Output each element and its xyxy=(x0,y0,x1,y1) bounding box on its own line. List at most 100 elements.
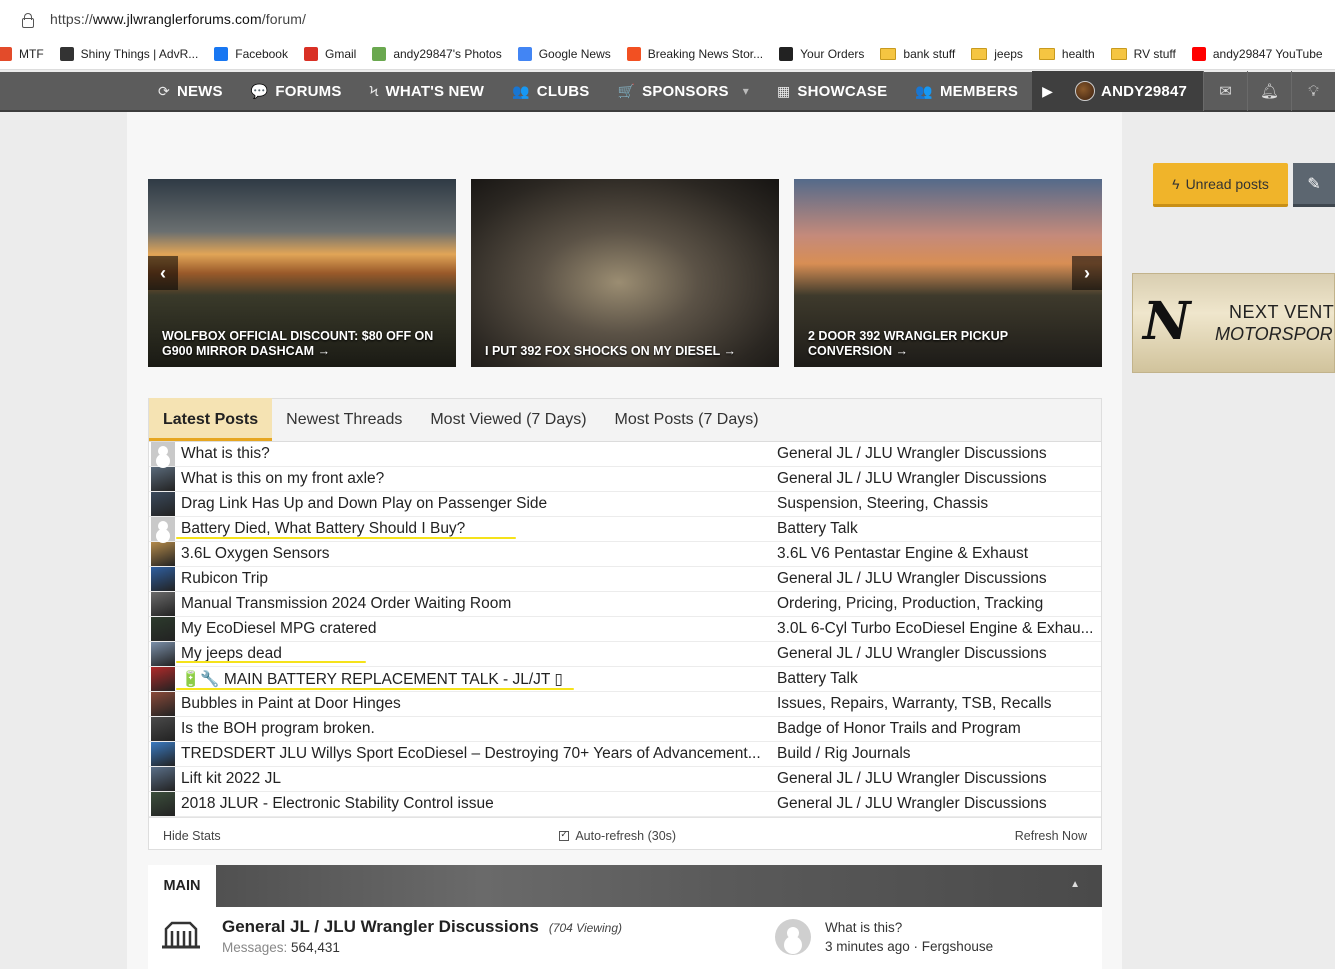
avatar[interactable] xyxy=(151,792,175,816)
slider-prev-icon[interactable]: ‹ xyxy=(148,256,178,290)
table-row[interactable]: Is the BOH program broken. Badge of Honor… xyxy=(149,717,1101,742)
tab-newest-threads[interactable]: Newest Threads xyxy=(272,398,416,441)
table-row[interactable]: 2018 JLUR - Electronic Stability Control… xyxy=(149,792,1101,817)
category-label[interactable]: MAIN xyxy=(148,865,216,907)
inbox-icon[interactable]: ✉ xyxy=(1203,71,1247,111)
bookmark-item[interactable]: RV stuff xyxy=(1110,47,1176,61)
bookmark-item[interactable]: Shiny Things | AdvR... xyxy=(59,46,198,61)
bookmark-item[interactable]: Facebook xyxy=(214,46,288,61)
slide-dashcam[interactable]: WOLFBOX OFFICIAL DISCOUNT: $80 OFF ON G9… xyxy=(148,179,456,367)
nav-media-toggle[interactable]: ▶ xyxy=(1032,71,1064,111)
forum-link[interactable]: 3.0L 6-Cyl Turbo EcoDiesel Engine & Exha… xyxy=(775,620,1099,638)
avatar[interactable] xyxy=(151,667,175,691)
avatar[interactable] xyxy=(151,642,175,666)
refresh-now-link[interactable]: Refresh Now xyxy=(1015,829,1087,843)
checkbox-icon[interactable] xyxy=(559,829,570,841)
bookmark-item[interactable]: bank stuff xyxy=(880,47,955,61)
table-row[interactable]: Rubicon Trip General JL / JLU Wrangler Di… xyxy=(149,567,1101,592)
thread-title-link[interactable]: Drag Link Has Up and Down Play on Passen… xyxy=(181,495,775,513)
avatar[interactable] xyxy=(151,592,175,616)
tab-most-posts[interactable]: Most Posts (7 Days) xyxy=(601,398,773,441)
auto-refresh-toggle[interactable]: Auto-refresh (30s) xyxy=(559,829,676,843)
thread-title-link[interactable]: 🔋🔧 MAIN BATTERY REPLACEMENT TALK - JL/JT… xyxy=(181,670,775,689)
bookmark-item[interactable]: Gmail xyxy=(303,46,356,61)
table-row[interactable]: 3.6L Oxygen Sensors 3.6L V6 Pentastar Eng… xyxy=(149,542,1101,567)
slide-caption[interactable]: 2 DOOR 392 WRANGLER PICKUP CONVERSION → xyxy=(808,329,1028,359)
forum-link[interactable]: Ordering, Pricing, Production, Tracking xyxy=(775,595,1099,613)
slide-fox-shocks[interactable]: I PUT 392 FOX SHOCKS ON MY DIESEL → xyxy=(471,179,779,367)
lock-icon[interactable] xyxy=(20,12,34,28)
url-text[interactable]: https://www.jlwranglerforums.com/forum/ xyxy=(50,11,306,27)
forum-link[interactable]: Battery Talk xyxy=(775,520,1099,538)
thread-title-link[interactable]: 2018 JLUR - Electronic Stability Control… xyxy=(181,795,775,813)
bookmark-item[interactable]: andy29847 YouTube xyxy=(1191,46,1323,61)
last-post-title[interactable]: What is this? xyxy=(825,920,902,935)
forum-link[interactable]: Suspension, Steering, Chassis xyxy=(775,495,1099,513)
thread-title-link[interactable]: Manual Transmission 2024 Order Waiting R… xyxy=(181,595,775,613)
table-row[interactable]: What is this on my front axle? General JL… xyxy=(149,467,1101,492)
nav-members[interactable]: 👥 MEMBERS xyxy=(901,71,1032,111)
bookmark-item[interactable]: Google News xyxy=(517,46,611,61)
table-row[interactable]: Manual Transmission 2024 Order Waiting R… xyxy=(149,592,1101,617)
address-bar[interactable]: https://www.jlwranglerforums.com/forum/ xyxy=(0,0,1335,38)
avatar[interactable] xyxy=(151,517,175,541)
slide-caption[interactable]: I PUT 392 FOX SHOCKS ON MY DIESEL → xyxy=(485,344,775,359)
avatar[interactable] xyxy=(151,717,175,741)
forum-link[interactable]: Badge of Honor Trails and Program xyxy=(775,720,1099,738)
slider-next-icon[interactable]: › xyxy=(1072,256,1102,290)
edit-icon[interactable]: ✎ xyxy=(1293,163,1335,207)
tab-most-viewed[interactable]: Most Viewed (7 Days) xyxy=(416,398,600,441)
thread-title-link[interactable]: 3.6L Oxygen Sensors xyxy=(181,545,775,563)
tab-latest-posts[interactable]: Latest Posts xyxy=(149,398,273,441)
avatar[interactable] xyxy=(151,492,175,516)
table-row[interactable]: My EcoDiesel MPG cratered 3.0L 6-Cyl Turb… xyxy=(149,617,1101,642)
bell-icon[interactable]: 🔔︎ xyxy=(1247,71,1291,111)
thread-title-link[interactable]: Bubbles in Paint at Door Hinges xyxy=(181,695,775,713)
nav-showcase[interactable]: ▦ SHOWCASE xyxy=(763,71,901,111)
forum-link[interactable]: General JL / JLU Wrangler Discussions xyxy=(775,795,1099,813)
hide-stats-link[interactable]: Hide Stats xyxy=(163,829,221,843)
bookmark-item[interactable]: health xyxy=(1038,47,1095,61)
table-row[interactable]: What is this? General JL / JLU Wrangler D… xyxy=(149,442,1101,467)
thread-title-link[interactable]: TREDSDERT JLU Willys Sport EcoDiesel – D… xyxy=(181,745,775,763)
forum-link[interactable]: General JL / JLU Wrangler Discussions xyxy=(775,470,1099,488)
lightbulb-icon[interactable]: 💡︎ xyxy=(1291,71,1335,111)
forum-title[interactable]: General JL / JLU Wrangler Discussions (70… xyxy=(222,917,622,937)
thread-title-link[interactable]: My EcoDiesel MPG cratered xyxy=(181,620,775,638)
forum-link[interactable]: 3.6L V6 Pentastar Engine & Exhaust xyxy=(775,545,1099,563)
sponsor-ad[interactable]: N NEXT VENTU MOTORSPORT xyxy=(1132,273,1335,373)
nav-news[interactable]: ⟳ NEWS xyxy=(144,71,237,111)
thread-title-link[interactable]: Is the BOH program broken. xyxy=(181,720,775,738)
table-row[interactable]: TREDSDERT JLU Willys Sport EcoDiesel – D… xyxy=(149,742,1101,767)
forum-link[interactable]: General JL / JLU Wrangler Discussions xyxy=(775,645,1099,663)
bookmark-item[interactable]: jeeps xyxy=(971,47,1023,61)
avatar[interactable] xyxy=(775,919,811,955)
forum-link[interactable]: General JL / JLU Wrangler Discussions xyxy=(775,570,1099,588)
nav-account[interactable]: ANDY29847 xyxy=(1063,71,1204,111)
thread-title-link[interactable]: Lift kit 2022 JL xyxy=(181,770,775,788)
avatar[interactable] xyxy=(151,767,175,791)
unread-posts-button[interactable]: ϟ Unread posts xyxy=(1153,163,1288,207)
forum-link[interactable]: Battery Talk xyxy=(775,670,1099,688)
last-post-meta[interactable]: 3 minutes ago · Fergshouse xyxy=(825,939,993,954)
collapse-icon[interactable]: ▲ xyxy=(1070,879,1080,890)
avatar[interactable] xyxy=(151,567,175,591)
chevron-down-icon[interactable]: ▾ xyxy=(743,84,749,98)
avatar[interactable] xyxy=(151,542,175,566)
bookmark-item[interactable]: Your Orders xyxy=(779,46,864,61)
nav-whats-new[interactable]: ϟ WHAT'S NEW xyxy=(356,71,499,111)
thread-title-link[interactable]: Battery Died, What Battery Should I Buy? xyxy=(181,520,775,538)
table-row[interactable]: Bubbles in Paint at Door Hinges Issues, R… xyxy=(149,692,1101,717)
avatar[interactable] xyxy=(151,442,175,466)
table-row[interactable]: Drag Link Has Up and Down Play on Passen… xyxy=(149,492,1101,517)
slide-caption[interactable]: WOLFBOX OFFICIAL DISCOUNT: $80 OFF ON G9… xyxy=(162,329,452,359)
bookmark-item[interactable]: andy29847's Photos xyxy=(372,46,502,61)
forum-link[interactable]: Build / Rig Journals xyxy=(775,745,1099,763)
bookmark-item[interactable]: MTF xyxy=(0,46,44,61)
thread-title-link[interactable]: What is this on my front axle? xyxy=(181,470,775,488)
table-row[interactable]: My jeeps dead General JL / JLU Wrangler D… xyxy=(149,642,1101,667)
avatar[interactable] xyxy=(151,617,175,641)
avatar[interactable] xyxy=(151,692,175,716)
avatar[interactable] xyxy=(151,742,175,766)
forum-link[interactable]: General JL / JLU Wrangler Discussions xyxy=(775,445,1099,463)
